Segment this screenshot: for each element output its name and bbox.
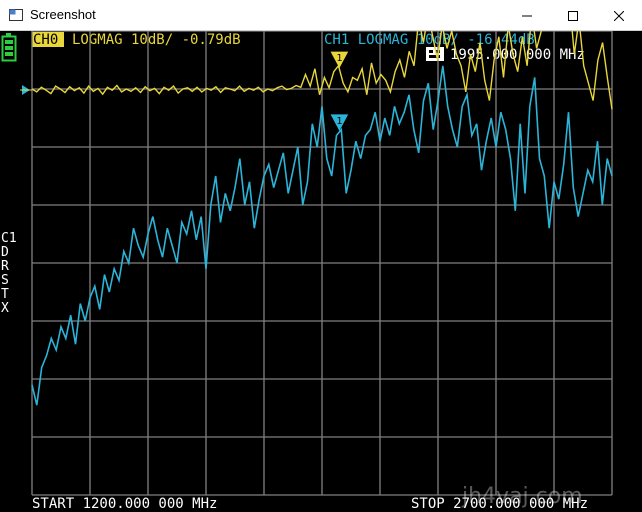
window-title: Screenshot	[30, 7, 96, 22]
vna-screen: CH0 LOGMAG 10dB/ -0.79dB CH1 LOGMAG 10dB…	[0, 31, 642, 512]
close-icon	[614, 10, 624, 21]
minimize-icon	[522, 15, 532, 16]
window-app-icon	[9, 9, 23, 21]
side-menu-item[interactable]: R	[1, 259, 9, 274]
side-menu-item[interactable]: X	[1, 301, 9, 316]
plot-grid	[31, 31, 613, 496]
side-menu-item[interactable]: T	[1, 287, 9, 302]
ch0-badge[interactable]: CH0	[33, 32, 58, 48]
side-menu-item[interactable]: D	[1, 245, 9, 260]
svg-text:1: 1	[336, 53, 342, 64]
ch1-marker-1[interactable]: 1	[330, 114, 349, 131]
watermark: jh4vaj.com	[461, 484, 583, 509]
start-frequency[interactable]: START 1200.000 000 MHz	[32, 496, 217, 512]
battery-icon	[1, 33, 17, 62]
svg-text:1: 1	[336, 116, 342, 127]
maximize-icon	[568, 10, 578, 21]
ch1-label[interactable]: CH1 LOGMAG 10dB/ -16.44dB	[324, 32, 535, 48]
minimize-button[interactable]	[504, 0, 550, 31]
side-menu-item[interactable]: S	[1, 273, 9, 288]
ch0-marker-1[interactable]: 1	[330, 51, 349, 69]
maximize-button[interactable]	[550, 0, 596, 31]
vna-plot: CH0 LOGMAG 10dB/ -0.79dB CH1 LOGMAG 10dB…	[1, 31, 613, 512]
side-menu: C1DRSTX	[1, 231, 17, 316]
side-menu-item[interactable]: C1	[1, 231, 17, 246]
close-button[interactable]	[596, 0, 642, 31]
window-titlebar: Screenshot	[0, 0, 642, 31]
ch0-label[interactable]: LOGMAG 10dB/ -0.79dB	[72, 32, 241, 48]
